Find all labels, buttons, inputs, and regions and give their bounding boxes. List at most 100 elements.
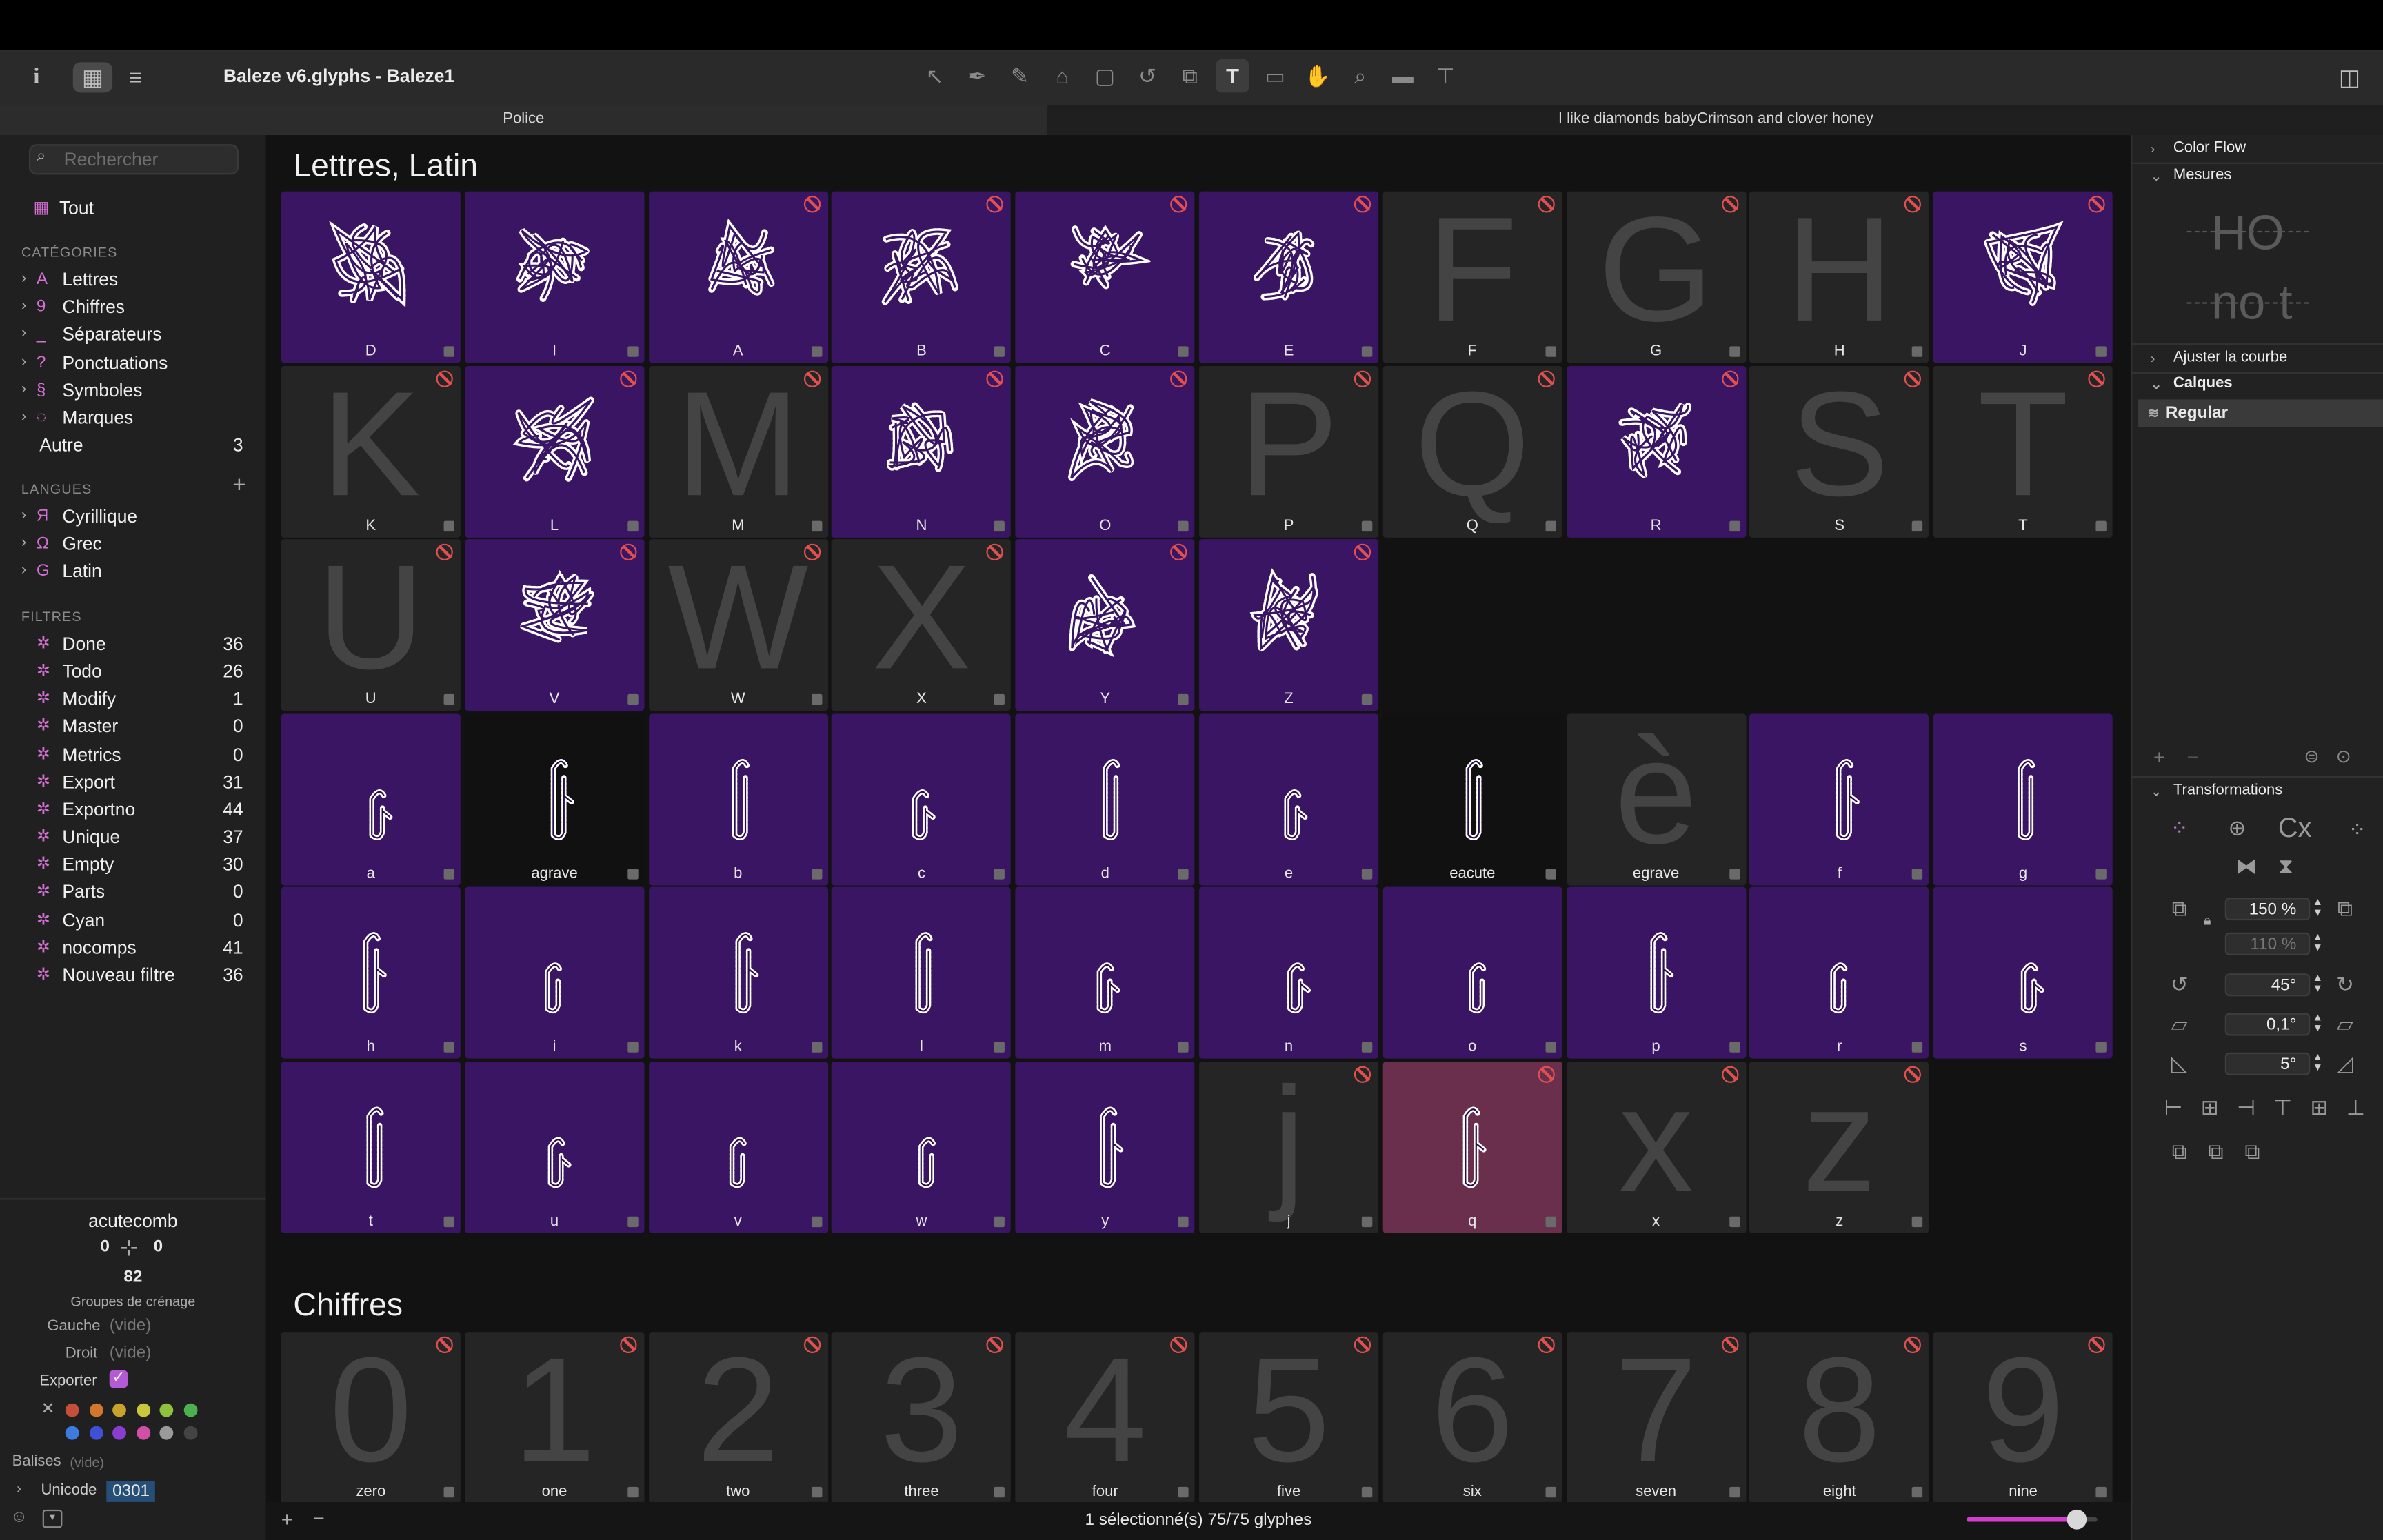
scale-y-field[interactable]: 110 % [2224, 932, 2311, 955]
sidebar-item-all[interactable]: ▦ Tout [0, 194, 266, 222]
scale-x-field[interactable]: 150 % [2224, 898, 2311, 921]
glyph-cell-D[interactable]: D [281, 191, 461, 363]
sidebar-item-filter-4[interactable]: ✲ Metrics 0 [0, 740, 266, 768]
glyph-cell-p[interactable]: p [1566, 886, 1746, 1059]
align-right-icon[interactable]: ⊣ [2233, 1093, 2260, 1121]
color-label-b-2[interactable] [112, 1426, 126, 1440]
boolean-intersect-icon[interactable]: ⧉ [2239, 1137, 2266, 1165]
glyph-cell-e[interactable]: e [1199, 713, 1379, 885]
scale-x-stepper[interactable]: ▲ ▼ [2311, 898, 2324, 920]
glyph-cell-two[interactable]: 2 two [648, 1332, 828, 1504]
rsb-value[interactable]: 0 [154, 1238, 163, 1256]
glyph-cell-eacute[interactable]: eacute [1382, 713, 1562, 885]
glyph-cell-V[interactable]: V [465, 539, 645, 711]
panel-color-flow[interactable]: › Color Flow [2132, 135, 2383, 164]
grid-view-icon[interactable]: ▦ [79, 64, 107, 91]
width-value[interactable]: 82 [0, 1268, 266, 1286]
sidebar-item-filter-1[interactable]: ✲ Todo 26 [0, 658, 266, 685]
flip-vertical-icon[interactable]: ⧗ [2272, 852, 2300, 880]
color-label-a-5[interactable] [183, 1403, 197, 1417]
align-top-icon[interactable]: ⊤ [2269, 1093, 2297, 1121]
glyph-cell-d[interactable]: d [1015, 713, 1195, 885]
glyph-cell-U[interactable]: UU [281, 539, 461, 711]
glyph-cell-J[interactable]: J [1933, 191, 2113, 363]
glyph-cell-eight[interactable]: 8 eight [1749, 1332, 1929, 1504]
flip-horizontal-icon[interactable]: ⧓ [2233, 852, 2260, 880]
skew-left-icon[interactable]: ◺ [2166, 1049, 2193, 1077]
color-label-b-4[interactable] [159, 1426, 174, 1440]
sidebar-item-category-0[interactable]: › A Lettres [0, 266, 266, 294]
glyph-cell-H[interactable]: HH [1749, 191, 1929, 363]
layer-more-icon[interactable]: ⊙ [2336, 746, 2351, 767]
rect-tool-icon[interactable]: ▢ [1088, 59, 1121, 92]
tab-text-string[interactable]: I like diamonds babyCrimson and clover h… [1049, 105, 2383, 135]
glyph-cell-w[interactable]: w [832, 1060, 1012, 1233]
glyph-cell-seven[interactable]: 7 seven [1566, 1332, 1746, 1504]
glyph-cell-i[interactable]: i [465, 886, 645, 1059]
sidebar-item-filter-3[interactable]: ✲ Master 0 [0, 713, 266, 740]
unicode-chevron-icon[interactable]: › [17, 1481, 21, 1496]
color-label-a-0[interactable] [65, 1403, 79, 1417]
glyph-cell-five[interactable]: 5 five [1199, 1332, 1379, 1504]
sidebar-item-filter-7[interactable]: ✲ Unique 37 [0, 823, 266, 851]
color-label-b-3[interactable] [136, 1426, 150, 1440]
ruler-tool-icon[interactable]: ⊤ [1429, 59, 1462, 92]
glyph-cell-egrave[interactable]: è egrave [1566, 713, 1746, 885]
info-icon[interactable]: i [23, 64, 50, 92]
distribute-icon[interactable]: ⁘ [2344, 815, 2371, 843]
scale-apply-icon[interactable]: ⧉ [2331, 895, 2359, 922]
glyph-cell-six[interactable]: 6 six [1382, 1332, 1562, 1504]
sidebar-item-filter-11[interactable]: ✲ nocomps 41 [0, 933, 266, 961]
pen-tool-icon[interactable]: ✒ [961, 59, 994, 92]
skew-right-icon[interactable]: ◿ [2331, 1049, 2359, 1077]
rotate-field[interactable]: 45° [2224, 973, 2311, 997]
color-label-b-5[interactable] [183, 1426, 197, 1440]
glyph-cell-u[interactable]: u [465, 1060, 645, 1233]
sidebar-item-filter-5[interactable]: ✲ Export 31 [0, 768, 266, 796]
text-tool-icon[interactable]: T [1216, 59, 1249, 93]
glyph-cell-I[interactable]: I [465, 191, 645, 363]
glyph-cell-agrave[interactable]: agrave [465, 713, 645, 885]
dropdown-icon[interactable]: ▾ [42, 1509, 63, 1528]
glyph-cell-h[interactable]: h [281, 886, 461, 1059]
sidebar-item-filter-6[interactable]: ✲ Exportno 44 [0, 796, 266, 823]
glyph-cell-z[interactable]: zz [1749, 1060, 1929, 1233]
sidebar-item-filter-8[interactable]: ✲ Empty 30 [0, 851, 266, 878]
color-label-a-4[interactable] [159, 1403, 174, 1417]
sidebar-toggle-icon[interactable]: ◫ [2336, 64, 2364, 91]
sidebar-item-language-2[interactable]: › G Latin [0, 558, 266, 585]
cx-origin-button[interactable]: Cx [2278, 813, 2311, 844]
glyph-cell-N[interactable]: N [832, 365, 1012, 537]
rotate-cw-icon[interactable]: ↻ [2331, 971, 2359, 998]
hand-tool-icon[interactable]: ✋ [1301, 59, 1334, 92]
color-label-b-1[interactable] [88, 1426, 103, 1440]
zoom-tool-icon[interactable]: ⌕ [1343, 59, 1376, 92]
search-input[interactable]: ⌕ Rechercher [28, 144, 239, 175]
tab-police[interactable]: Police [0, 105, 1047, 136]
select-tool-icon[interactable]: ↖ [918, 59, 951, 92]
add-layer-button[interactable]: + [2153, 746, 2165, 769]
glyph-cell-C[interactable]: C [1015, 191, 1195, 363]
glyph-cell-P[interactable]: PP [1199, 365, 1379, 537]
skew-field[interactable]: 5° [2224, 1052, 2311, 1075]
slant-right-icon[interactable]: ▱ [2331, 1010, 2359, 1037]
scale-y-stepper[interactable]: ▲ ▼ [2311, 933, 2324, 955]
sidebar-item-category-4[interactable]: › § Symboles [0, 376, 266, 404]
lock-icon[interactable]: 🔒︎ [2204, 913, 2211, 929]
color-label-a-3[interactable] [136, 1403, 150, 1417]
glyph-cell-x[interactable]: xx [1566, 1060, 1746, 1233]
glyph-cell-m[interactable]: m [1015, 886, 1195, 1059]
align-left-icon[interactable]: ⊢ [2160, 1093, 2187, 1121]
draw-tool-icon[interactable]: ✎ [1003, 59, 1036, 92]
glyph-cell-X[interactable]: XX [832, 539, 1012, 711]
glyph-cell-E[interactable]: E [1199, 191, 1379, 363]
glyph-cell-Z[interactable]: Z [1199, 539, 1379, 711]
glyph-cell-j[interactable]: jj [1199, 1060, 1379, 1233]
no-color-icon[interactable]: ✕ [41, 1399, 55, 1418]
glyph-cell-Q[interactable]: QQ [1382, 365, 1562, 537]
glyph-cell-B[interactable]: B [832, 191, 1012, 363]
glyph-cell-o[interactable]: o [1382, 886, 1562, 1059]
sidebar-item-language-0[interactable]: › Я Cyrillique [0, 503, 266, 530]
glyph-cell-t[interactable]: t [281, 1060, 461, 1233]
panel-calques[interactable]: ⌄ Calques [2132, 371, 2383, 398]
